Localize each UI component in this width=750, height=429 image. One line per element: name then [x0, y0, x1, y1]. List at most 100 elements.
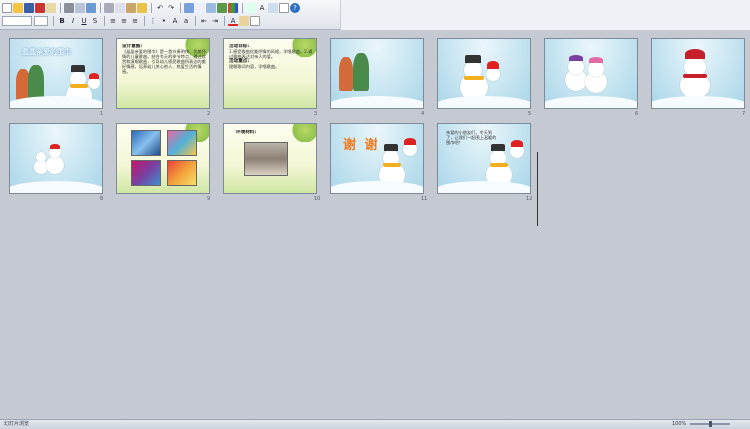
slide-number: 2	[207, 111, 211, 117]
new-slide-icon[interactable]	[250, 16, 260, 26]
slide-number: 5	[528, 111, 532, 117]
view-label: 幻灯片浏览	[4, 421, 30, 427]
snowman-illustration	[674, 49, 718, 99]
slide-thumbnail-8[interactable]	[9, 123, 103, 194]
scarf-photo	[167, 160, 197, 186]
slide-thumbnail-5[interactable]	[437, 38, 531, 109]
slide-thumbnail-9[interactable]	[116, 123, 210, 194]
zoom-icon[interactable]	[279, 3, 289, 13]
slide-number: 11	[421, 196, 428, 202]
slide-number: 4	[421, 111, 425, 117]
chart-icon[interactable]	[184, 3, 194, 13]
zoom-level[interactable]: 100%	[672, 420, 686, 429]
classroom-photo	[244, 142, 288, 176]
snowman-illustration	[454, 53, 504, 103]
standard-toolbar: ↶ ↷ A ?	[2, 2, 301, 14]
color-grayscale-icon[interactable]	[228, 3, 238, 13]
slide-title: 晶晶亲爱的围巾	[22, 48, 71, 56]
decrease-indent-icon[interactable]: ⇤	[199, 16, 209, 26]
scarf-photo	[131, 130, 161, 156]
paste-icon[interactable]	[126, 3, 136, 13]
slide-text: 《晶晶亲爱的围巾》是一首节奏明快、优美抒情的儿童歌曲。结合冬天的季节特点，通过欣…	[122, 49, 206, 74]
insertion-point	[537, 152, 538, 226]
email-icon[interactable]	[46, 3, 56, 13]
insert-picture-icon[interactable]	[217, 3, 227, 13]
slide-thumbnail-6[interactable]	[544, 38, 638, 109]
show-formatting-icon[interactable]: A	[257, 3, 267, 13]
tables-borders-icon[interactable]	[206, 3, 216, 13]
italic-icon[interactable]: I	[68, 16, 78, 26]
undo-icon[interactable]: ↶	[155, 3, 165, 13]
slide-thumbnail-1[interactable]: 晶晶亲爱的围巾	[9, 38, 103, 109]
print-preview-icon[interactable]	[75, 3, 85, 13]
slide-text: 1.感受歌曲优美抒情的风格，学唱歌曲。2.通过歌曲表达对亲人的爱。	[229, 49, 313, 59]
numbering-icon[interactable]: ⋮	[148, 16, 158, 26]
slide-number: 6	[635, 111, 639, 117]
slide-number: 10	[314, 196, 321, 202]
cut-icon[interactable]	[104, 3, 114, 13]
formatting-toolbar: B I U S ≡ ≡ ≡ ⋮ • A a ⇤ ⇥ A	[2, 15, 261, 27]
slide-body: 活动目标: 1.感受歌曲优美抒情的风格，学唱歌曲。2.通过歌曲表达对亲人的爱。 …	[229, 44, 313, 106]
snowman-illustration	[563, 55, 613, 95]
bold-icon[interactable]: B	[57, 16, 67, 26]
new-icon[interactable]	[2, 3, 12, 13]
separator	[195, 16, 196, 26]
separator	[180, 3, 181, 13]
bullets-icon[interactable]: •	[159, 16, 169, 26]
kid-figure	[28, 65, 44, 101]
slide-thumbnail-12[interactable]: 亲爱的小朋友们，冬天到了，让我们一起围上温暖的围巾吧！	[437, 123, 531, 194]
spelling-icon[interactable]	[86, 3, 96, 13]
font-size-combo[interactable]	[34, 16, 48, 26]
slide-text: 理解歌词内容，学唱歌曲。	[229, 64, 280, 69]
snowman-illustration	[482, 138, 528, 190]
kid-figure	[353, 53, 369, 91]
slide-thumbnail-10[interactable]: 环境材料:	[223, 123, 317, 194]
snowman-illustration	[375, 138, 421, 190]
decrease-font-icon[interactable]: a	[181, 16, 191, 26]
slide-thumbnail-11[interactable]: 谢 谢	[330, 123, 424, 194]
font-name-combo[interactable]	[2, 16, 32, 26]
slide-number: 12	[526, 196, 533, 202]
snowman-illustration	[32, 144, 72, 178]
design-icon[interactable]	[239, 16, 249, 26]
slide-sorter: 晶晶亲爱的围巾 1 设计意图: 《晶晶亲爱的围巾》是一首节奏明快、优美抒情的儿童…	[0, 31, 750, 419]
toolbar-empty-area	[340, 0, 750, 30]
copy-icon[interactable]	[115, 3, 125, 13]
open-icon[interactable]	[13, 3, 23, 13]
slide-body: 设计意图: 《晶晶亲爱的围巾》是一首节奏明快、优美抒情的儿童歌曲。结合冬天的季节…	[122, 44, 206, 106]
print-icon[interactable]	[64, 3, 74, 13]
slide-heading: 环境材料:	[236, 130, 257, 135]
increase-indent-icon[interactable]: ⇥	[210, 16, 220, 26]
slide-thumbnail-2[interactable]: 设计意图: 《晶晶亲爱的围巾》是一首节奏明快、优美抒情的儿童歌曲。结合冬天的季节…	[116, 38, 210, 109]
shadow-icon[interactable]: S	[90, 16, 100, 26]
save-icon[interactable]	[24, 3, 34, 13]
status-bar: 幻灯片浏览 100%	[0, 419, 750, 429]
slide-number: 1	[100, 111, 104, 117]
align-left-icon[interactable]: ≡	[108, 16, 118, 26]
expand-all-icon[interactable]	[246, 3, 256, 13]
align-center-icon[interactable]: ≡	[119, 16, 129, 26]
grid-icon[interactable]	[268, 3, 278, 13]
slide-thumbnail-4[interactable]	[330, 38, 424, 109]
separator	[60, 3, 61, 13]
font-color-icon[interactable]: A	[228, 16, 238, 26]
separator	[144, 16, 145, 26]
align-right-icon[interactable]: ≡	[130, 16, 140, 26]
slide-thumbnail-3[interactable]: 活动目标: 1.感受歌曲优美抒情的风格，学唱歌曲。2.通过歌曲表达对亲人的爱。 …	[223, 38, 317, 109]
slide-thumbnail-7[interactable]	[651, 38, 745, 109]
help-icon[interactable]: ?	[290, 3, 300, 13]
slide-number: 9	[207, 196, 211, 202]
slide-number: 3	[314, 111, 318, 117]
underline-icon[interactable]: U	[79, 16, 89, 26]
zoom-slider-knob[interactable]	[709, 421, 712, 427]
slide-number: 8	[100, 196, 104, 202]
separator	[242, 3, 243, 13]
redo-icon[interactable]: ↷	[166, 3, 176, 13]
permission-icon[interactable]	[35, 3, 45, 13]
increase-font-icon[interactable]: A	[170, 16, 180, 26]
slide-number: 7	[742, 111, 746, 117]
table-icon[interactable]	[195, 3, 205, 13]
scarf-photo	[167, 130, 197, 156]
separator	[53, 16, 54, 26]
format-painter-icon[interactable]	[137, 3, 147, 13]
